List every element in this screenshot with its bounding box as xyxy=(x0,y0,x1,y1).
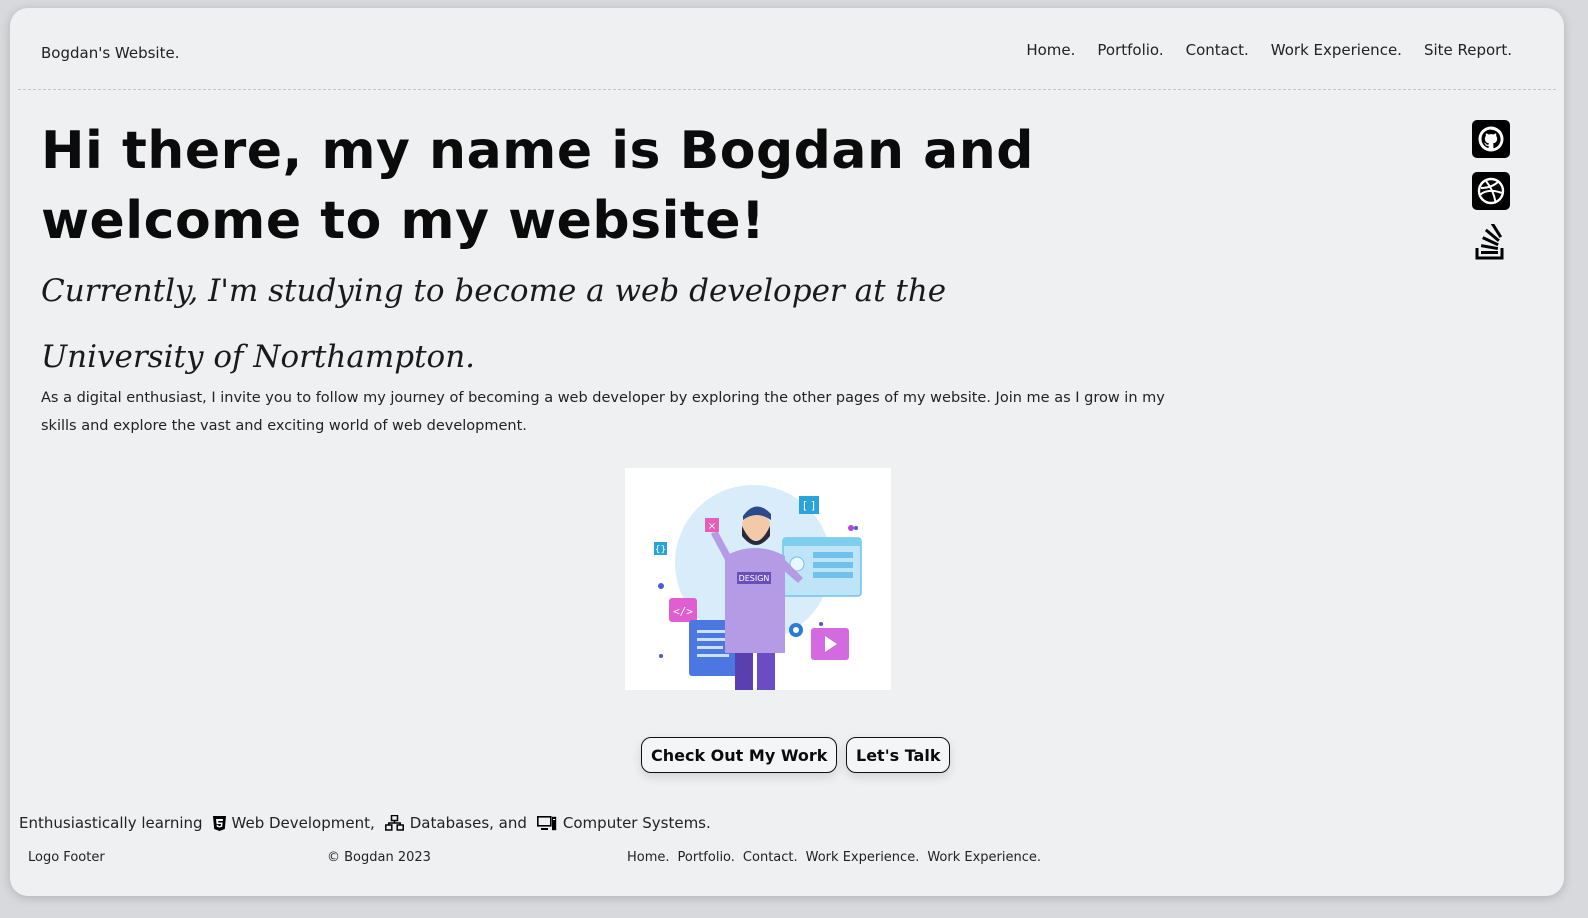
developer-illustration-graphic: {} [ ] </> DESIGN × xyxy=(654,485,862,690)
nav-site-report[interactable]: Site Report. xyxy=(1424,41,1512,59)
svg-text:</>: </> xyxy=(673,605,693,618)
dribbble-icon[interactable] xyxy=(1472,172,1510,210)
svg-text:[ ]: [ ] xyxy=(803,499,815,512)
footer-nav-portfolio[interactable]: Portfolio. xyxy=(678,850,735,865)
footer-logo[interactable]: Logo Footer xyxy=(28,850,105,865)
main-nav: Home. Portfolio. Contact. Work Experienc… xyxy=(1026,41,1512,59)
skill-databases-label: Databases, and xyxy=(409,814,527,832)
network-icon xyxy=(384,815,404,831)
social-links xyxy=(1472,120,1510,262)
nav-home[interactable]: Home. xyxy=(1026,41,1075,59)
skills-intro: Enthusiastically learning xyxy=(19,814,203,832)
github-icon[interactable] xyxy=(1472,120,1510,158)
footer-nav-work-experience-2[interactable]: Work Experience. xyxy=(927,850,1041,865)
footer-copyright: © Bogdan 2023 xyxy=(327,850,431,865)
stackoverflow-icon[interactable] xyxy=(1472,224,1510,262)
html5-icon xyxy=(212,815,226,831)
nav-portfolio[interactable]: Portfolio. xyxy=(1097,41,1163,59)
computer-icon xyxy=(536,815,557,830)
header-divider xyxy=(18,89,1556,90)
footer-nav-contact[interactable]: Contact. xyxy=(743,850,798,865)
skill-web-development: Web Development, xyxy=(212,814,375,832)
lets-talk-button[interactable]: Let's Talk xyxy=(846,737,951,773)
hero-title-line2: welcome to my website! xyxy=(41,191,766,251)
skill-web-development-label: Web Development, xyxy=(231,814,375,832)
footer-nav-home[interactable]: Home. xyxy=(627,850,670,865)
page: Bogdan's Website. Home. Portfolio. Conta… xyxy=(10,8,1564,896)
shirt-badge: DESIGN xyxy=(739,574,770,583)
site-title[interactable]: Bogdan's Website. xyxy=(41,44,179,62)
hero-subtitle: Currently, I'm studying to become a web … xyxy=(41,273,947,375)
nav-contact[interactable]: Contact. xyxy=(1186,41,1249,59)
svg-text:{}: {} xyxy=(655,545,666,555)
nav-work-experience[interactable]: Work Experience. xyxy=(1271,41,1402,59)
hero-title-line1: Hi there, my name is Bogdan and xyxy=(41,121,1034,181)
skill-databases: Databases, and xyxy=(384,814,527,832)
skill-computer-systems-label: Computer Systems. xyxy=(562,814,711,832)
check-out-work-button[interactable]: Check Out My Work xyxy=(641,737,838,773)
hero-title: Hi there, my name is Bogdan and welcome … xyxy=(41,116,1041,256)
skill-computer-systems: Computer Systems. xyxy=(536,814,711,832)
developer-illustration: {} [ ] </> DESIGN × xyxy=(625,468,891,690)
hero-description: As a digital enthusiast, I invite you to… xyxy=(41,390,1165,434)
svg-text:×: × xyxy=(708,521,716,532)
footer-nav-work-experience[interactable]: Work Experience. xyxy=(806,850,920,865)
skills-line: Enthusiastically learning Web Developmen… xyxy=(19,814,711,832)
footer-nav: Home. Portfolio. Contact. Work Experienc… xyxy=(627,850,1041,865)
